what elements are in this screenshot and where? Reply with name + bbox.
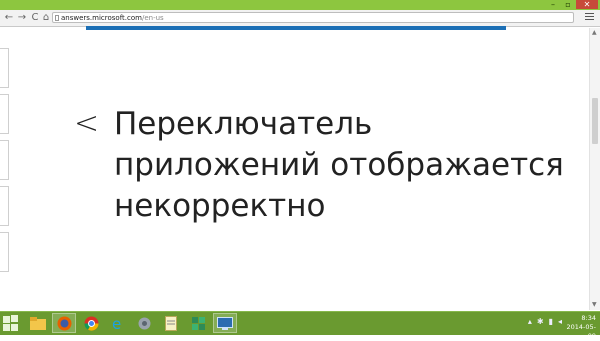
side-panel-tile[interactable] [0, 48, 9, 88]
back-chevron-icon[interactable]: < [74, 108, 99, 140]
back-button[interactable]: ← [3, 12, 15, 24]
chrome-icon[interactable] [79, 313, 103, 333]
notepad-icon[interactable] [159, 313, 183, 333]
clock-time: 8:34 [581, 314, 596, 322]
side-panel-tile[interactable] [0, 94, 9, 134]
taskbar: e ▴ ✱ ▮ ◂ 8:34 2014-05-09 [0, 311, 600, 340]
network-icon[interactable]: ▮ [549, 317, 553, 326]
side-panel-tile[interactable] [0, 140, 9, 180]
scroll-up-icon[interactable]: ▲ [592, 30, 598, 36]
close-button[interactable]: ✕ [576, 0, 598, 9]
bluetooth-icon[interactable]: ✱ [537, 317, 544, 326]
system-tray: ▴ ✱ ▮ ◂ [528, 317, 562, 326]
chevron-up-icon[interactable]: ▴ [528, 317, 532, 326]
menu-icon[interactable] [585, 13, 594, 22]
vertical-scrollbar[interactable]: ▲ ▼ [589, 28, 600, 310]
side-panel-tile[interactable] [0, 186, 9, 226]
forward-button[interactable]: → [16, 12, 28, 24]
side-panel-tile[interactable] [0, 232, 9, 272]
puzzle-icon[interactable] [186, 313, 210, 333]
window-titlebar: – ▫ ✕ [0, 0, 600, 10]
maximize-button[interactable]: ▫ [561, 0, 575, 9]
page-title: Переключатель приложений отображается не… [114, 106, 564, 224]
svg-text:e: e [112, 316, 121, 331]
minimize-button[interactable]: – [546, 0, 560, 9]
start-button[interactable] [2, 314, 19, 332]
notice-banner [86, 26, 506, 30]
remote-desktop-icon[interactable] [213, 313, 237, 333]
firefox-icon[interactable] [52, 313, 76, 333]
address-bar[interactable]: answers.microsoft.com/en-us [52, 12, 574, 23]
file-explorer-icon[interactable] [26, 313, 50, 333]
tools-icon[interactable] [132, 313, 156, 333]
scroll-down-icon[interactable]: ▼ [592, 302, 598, 308]
clock[interactable]: 8:34 2014-05-09 [562, 314, 596, 341]
home-button[interactable]: ⌂ [40, 12, 52, 24]
url-domain: answers.microsoft.com [61, 14, 142, 22]
scroll-thumb[interactable] [592, 98, 598, 144]
url-path: /en-us [141, 14, 164, 22]
page-icon [55, 15, 59, 21]
window-controls: – ▫ ✕ [546, 0, 598, 10]
browser-toolbar: ← → C ⌂ answers.microsoft.com/en-us [0, 10, 600, 27]
clock-date: 2014-05-09 [566, 323, 596, 340]
internet-explorer-icon[interactable]: e [106, 313, 130, 333]
